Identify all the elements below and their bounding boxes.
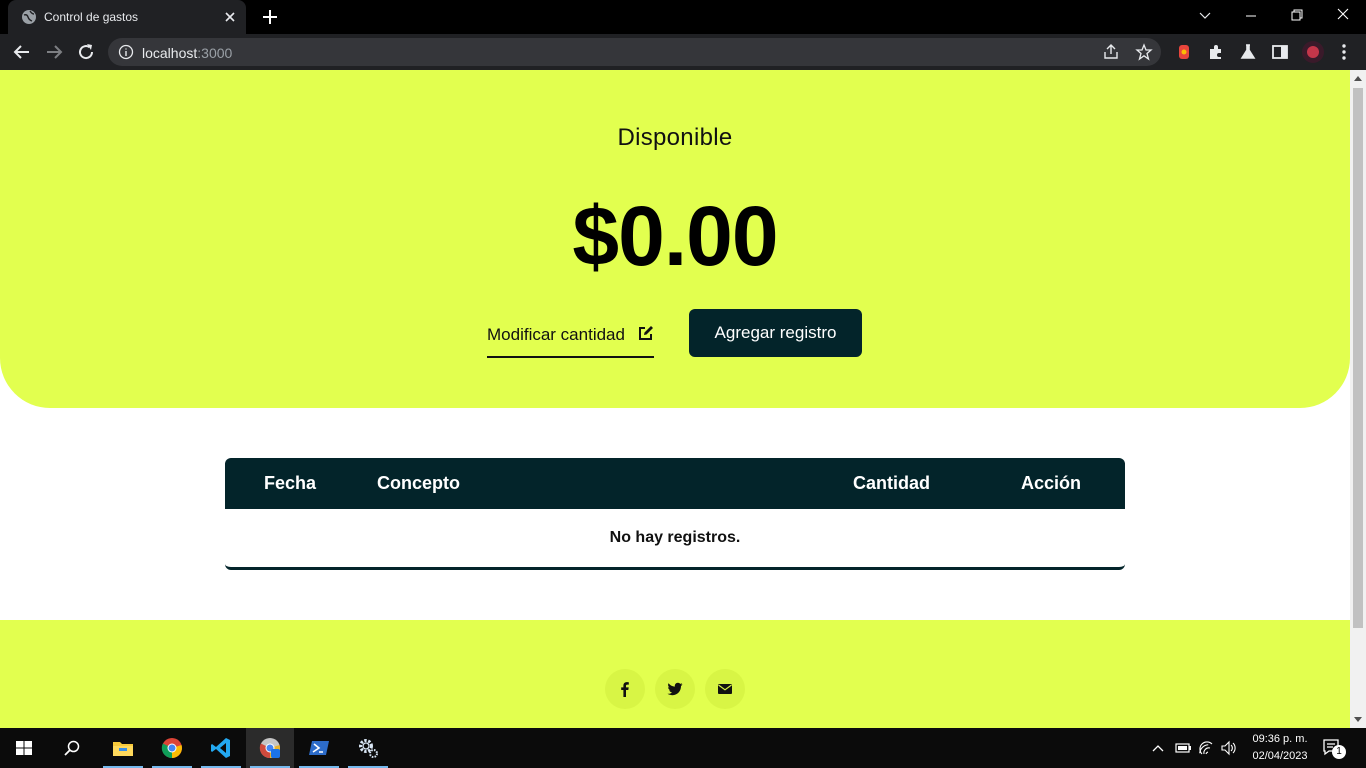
table-body: No hay registros. xyxy=(225,509,1125,570)
available-amount: $0.00 xyxy=(572,189,778,283)
header-action: Acción xyxy=(1021,473,1082,493)
extensions-puzzle-icon[interactable] xyxy=(1206,42,1226,62)
menu-kebab-icon[interactable] xyxy=(1334,42,1354,62)
mail-link[interactable] xyxy=(705,669,745,709)
gear-icon xyxy=(359,739,378,758)
address-bar[interactable]: localhost:3000 xyxy=(108,38,1161,66)
folder-icon xyxy=(113,742,133,756)
wifi-icon[interactable] xyxy=(1198,740,1216,756)
tab-search-icon[interactable] xyxy=(1182,0,1228,34)
minimize-icon[interactable] xyxy=(1228,0,1274,34)
battery-icon[interactable] xyxy=(1174,740,1192,756)
header-amount: Cantidad xyxy=(853,473,931,493)
clock-time: 09:36 p. m. xyxy=(1252,733,1308,745)
powershell-icon xyxy=(309,741,329,755)
site-info-icon[interactable] xyxy=(118,44,134,60)
close-tab-icon[interactable] xyxy=(220,7,240,27)
facebook-icon xyxy=(621,682,629,697)
scroll-down-arrow-icon[interactable] xyxy=(1354,717,1362,722)
scroll-up-arrow-icon[interactable] xyxy=(1354,76,1362,81)
modify-amount-label: Modificar cantidad xyxy=(487,325,625,344)
browser-toolbar: localhost:3000 xyxy=(0,34,1366,70)
side-panel-icon[interactable] xyxy=(1270,42,1290,62)
profile-avatar[interactable] xyxy=(1302,41,1324,63)
globe-icon xyxy=(22,10,36,24)
twitter-link[interactable] xyxy=(655,669,695,709)
back-icon[interactable] xyxy=(10,40,34,64)
new-tab-icon[interactable] xyxy=(258,6,282,28)
taskbar-settings[interactable] xyxy=(344,728,392,768)
volume-icon[interactable] xyxy=(1220,740,1238,756)
available-label: Disponible xyxy=(617,124,733,151)
add-record-button[interactable]: Agregar registro xyxy=(689,309,862,357)
page-scrollbar[interactable] xyxy=(1350,70,1366,728)
tab-title: Control de gastos xyxy=(44,10,139,24)
notification-center-button[interactable]: 1 xyxy=(1322,738,1346,760)
browser-tab[interactable]: Control de gastos xyxy=(8,0,246,34)
chevron-up-icon[interactable] xyxy=(1150,740,1166,756)
chrome-dev-icon xyxy=(259,738,280,759)
url-port: :3000 xyxy=(197,45,233,61)
table-header: Fecha Concepto Cantidad Acción xyxy=(225,458,1125,509)
os-taskbar: 09:36 p. m. 02/04/2023 1 xyxy=(0,728,1366,768)
facebook-link[interactable] xyxy=(605,669,645,709)
balance-hero: Disponible $0.00 Modificar cantidad Agre… xyxy=(0,70,1350,408)
search-button[interactable] xyxy=(48,728,96,768)
avatar-inner xyxy=(1307,46,1319,58)
taskbar-chrome[interactable] xyxy=(148,728,196,768)
close-window-icon[interactable] xyxy=(1320,0,1366,34)
twitter-icon xyxy=(667,682,683,696)
bookmark-star-icon[interactable] xyxy=(1135,43,1153,61)
start-button[interactable] xyxy=(0,728,48,768)
taskbar-file-explorer[interactable] xyxy=(99,728,147,768)
notification-badge: 1 xyxy=(1332,745,1346,759)
reload-icon[interactable] xyxy=(74,40,98,64)
windows-logo-icon xyxy=(16,741,32,755)
edit-icon xyxy=(639,326,653,340)
labs-flask-icon[interactable] xyxy=(1238,42,1258,62)
vscode-icon xyxy=(211,738,230,758)
url-text: localhost:3000 xyxy=(142,45,232,61)
scrollbar-thumb[interactable] xyxy=(1353,88,1363,628)
browser-tab-bar: Control de gastos xyxy=(0,0,1366,34)
extension-red-icon[interactable] xyxy=(1174,42,1194,62)
records-table: Fecha Concepto Cantidad Acción No hay re… xyxy=(225,458,1125,570)
taskbar-clock[interactable]: 09:36 p. m. 02/04/2023 xyxy=(1244,731,1316,765)
header-date: Fecha xyxy=(264,473,317,493)
clock-date: 02/04/2023 xyxy=(1252,750,1308,762)
taskbar-vscode[interactable] xyxy=(197,728,245,768)
modify-amount-button[interactable]: Modificar cantidad xyxy=(487,318,654,358)
taskbar-powershell[interactable] xyxy=(295,728,343,768)
forward-icon[interactable] xyxy=(42,40,66,64)
taskbar-chrome-dev[interactable] xyxy=(246,728,294,768)
page-viewport: Disponible $0.00 Modificar cantidad Agre… xyxy=(0,70,1350,728)
page-footer xyxy=(0,620,1350,728)
header-concept: Concepto xyxy=(377,473,460,493)
restore-icon[interactable] xyxy=(1274,0,1320,34)
share-icon[interactable] xyxy=(1102,43,1120,61)
url-host: localhost xyxy=(142,45,198,61)
empty-message: No hay registros. xyxy=(609,529,741,546)
mail-icon xyxy=(718,684,732,694)
chrome-icon xyxy=(161,738,182,759)
search-icon xyxy=(64,740,80,756)
